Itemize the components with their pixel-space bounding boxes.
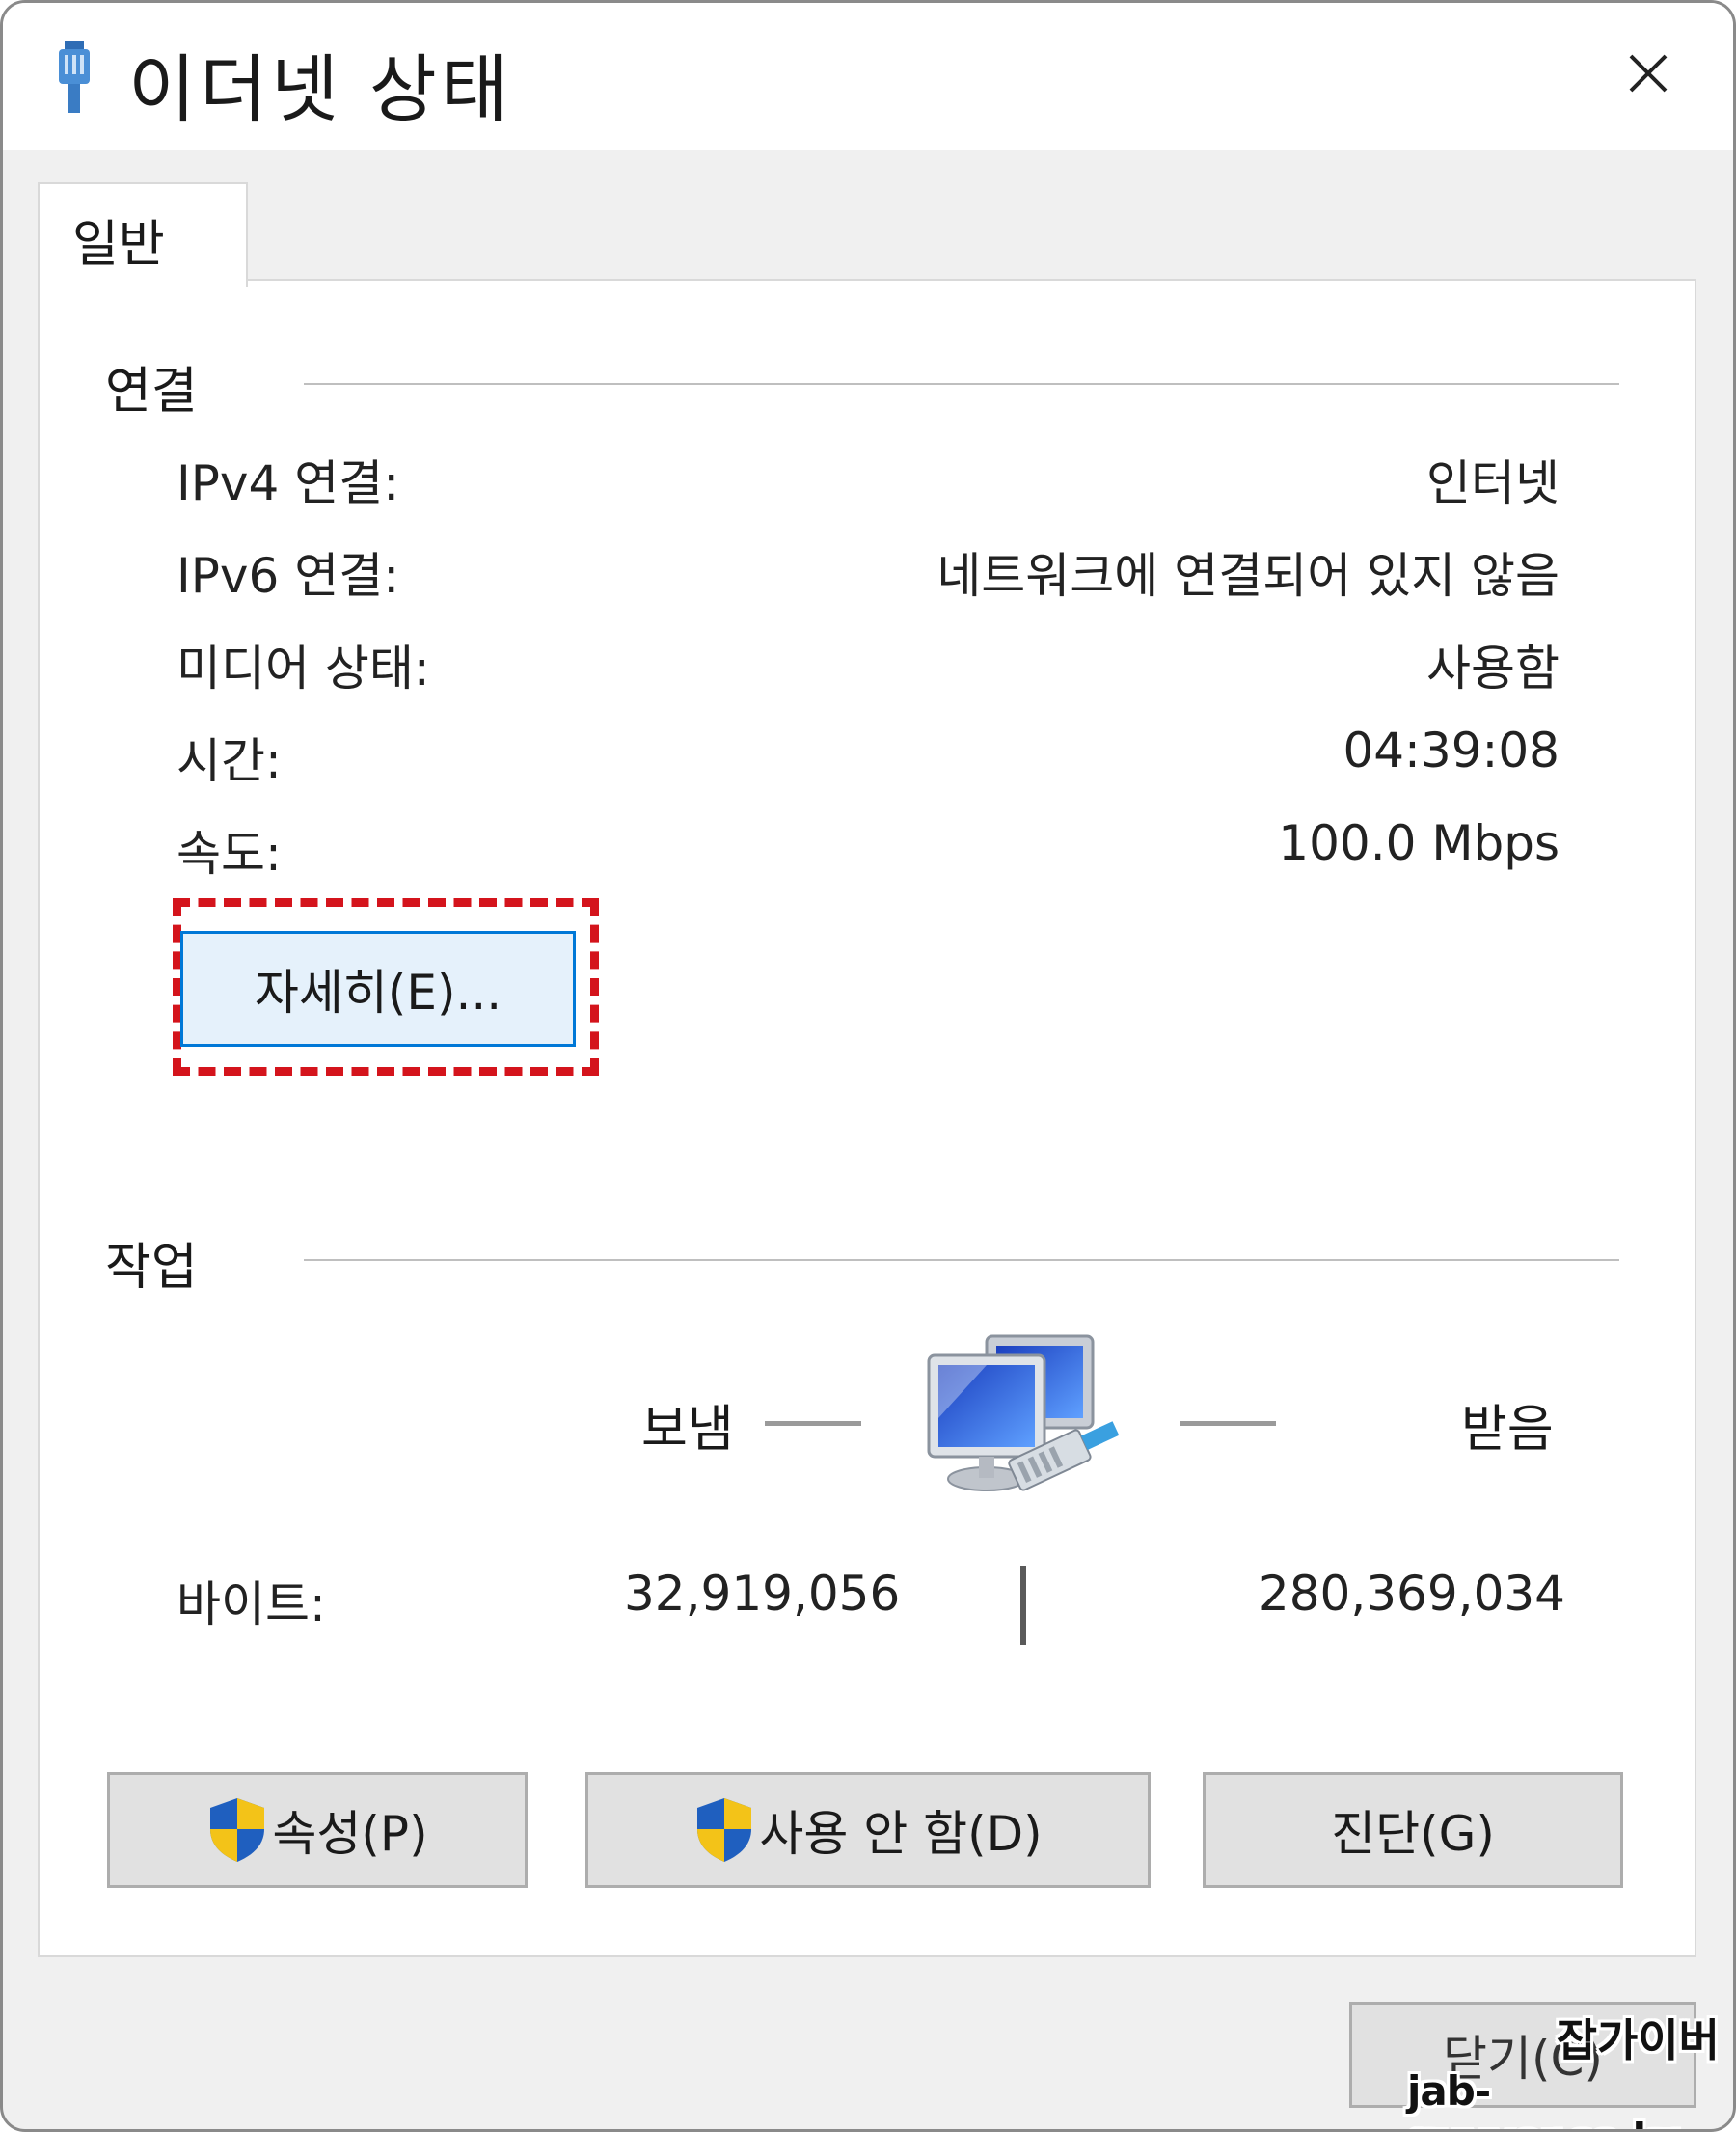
activity-divider [304, 1259, 1619, 1261]
disable-button-label: 사용 안 함(D) [759, 1806, 1043, 1862]
close-icon[interactable] [1604, 40, 1693, 111]
ipv6-label: IPv6 연결: [176, 548, 400, 604]
connection-divider [304, 383, 1619, 385]
bytes-sent-value: 32,919,056 [624, 1566, 901, 1622]
received-label: 받음 [1461, 1401, 1554, 1459]
ipv4-label: IPv4 연결: [176, 455, 400, 511]
tab-general[interactable]: 일반 [38, 182, 248, 287]
watermark-brand: 잡가이버 [1556, 2014, 1720, 2066]
ethernet-status-window: 이더넷 상태 일반 연결 IPv4 연결: 인터넷 IPv6 연결: 네트워크에… [0, 0, 1736, 2132]
general-panel [38, 279, 1696, 1957]
sent-label: 보냄 [641, 1401, 734, 1459]
properties-button[interactable]: 속성(P) [107, 1772, 528, 1888]
window-title: 이더넷 상태 [128, 46, 512, 132]
diagnose-button-label: 진단(G) [1331, 1806, 1495, 1862]
ethernet-cable-icon [59, 41, 90, 113]
diagnose-button[interactable]: 진단(G) [1203, 1772, 1623, 1888]
bytes-received-value: 280,369,034 [1258, 1566, 1565, 1622]
watermark: 잡가이버 jab-guyver.co.kr [1407, 2006, 1731, 2129]
tab-general-label: 일반 [72, 216, 165, 274]
media-state-value: 사용함 [1426, 641, 1560, 697]
sent-line [765, 1421, 861, 1426]
uac-shield-icon [697, 1798, 752, 1862]
bytes-label: 바이트: [176, 1576, 326, 1632]
activity-heading: 작업 [105, 1239, 198, 1297]
disable-button[interactable]: 사용 안 함(D) [585, 1772, 1151, 1888]
received-line [1180, 1421, 1276, 1426]
speed-value: 100.0 Mbps [1278, 815, 1560, 871]
speed-label: 속도: [176, 826, 282, 882]
properties-button-label: 속성(P) [272, 1806, 428, 1862]
details-button[interactable]: 자세히(E)... [180, 931, 576, 1047]
watermark-url: jab-guyver.co.kr [1407, 2067, 1678, 2129]
ipv4-value: 인터넷 [1426, 455, 1560, 511]
duration-label: 시간: [176, 733, 282, 789]
network-computers-icon [927, 1334, 1120, 1491]
ipv6-value: 네트워크에 연결되어 있지 않음 [936, 548, 1560, 604]
connection-heading: 연결 [105, 363, 198, 421]
duration-value: 04:39:08 [1343, 723, 1560, 779]
title-bar: 이더넷 상태 [3, 3, 1733, 150]
media-state-label: 미디어 상태: [176, 641, 430, 697]
bytes-divider [1020, 1566, 1026, 1645]
uac-shield-icon [210, 1798, 265, 1862]
